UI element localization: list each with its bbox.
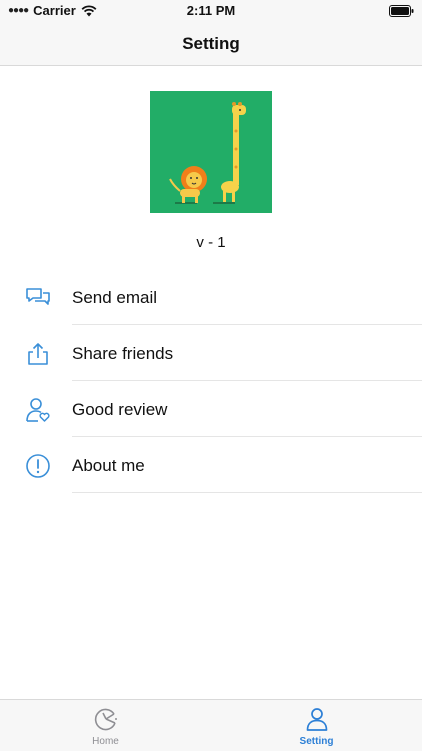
menu-item-label: About me <box>72 456 145 475</box>
tab-label: Home <box>92 736 119 747</box>
chat-bubbles-icon <box>26 288 50 305</box>
menu-item-about-me[interactable]: About me <box>0 437 422 493</box>
tab-setting[interactable]: Setting <box>211 700 422 751</box>
share-icon <box>28 343 48 365</box>
person-icon <box>306 708 327 731</box>
tab-bar: Home Setting <box>0 699 422 751</box>
menu-item-send-email[interactable]: Send email <box>0 269 422 325</box>
menu-item-good-review[interactable]: Good review <box>0 381 422 437</box>
menu-item-share-friends[interactable]: Share friends <box>0 325 422 381</box>
user-heart-icon <box>26 398 50 422</box>
page-title: Setting <box>182 34 240 53</box>
tab-label: Setting <box>299 736 334 747</box>
battery-icon <box>389 5 414 17</box>
menu-item-label: Good review <box>72 400 168 419</box>
status-time: 2:11 PM <box>186 3 236 18</box>
tab-home[interactable]: Home <box>0 700 211 751</box>
menu-item-label: Send email <box>72 288 158 307</box>
status-bar: ●●●● Carrier 2:11 PM <box>0 0 422 22</box>
app-logo <box>150 91 272 213</box>
info-icon <box>26 454 50 478</box>
version-label: v - 1 <box>196 234 226 251</box>
pie-clock-icon <box>94 708 117 731</box>
divider <box>72 492 422 493</box>
nav-bar: Setting <box>0 22 422 66</box>
menu-item-label: Share friends <box>72 344 174 363</box>
settings-menu: Send email Share friends Good review Abo… <box>0 269 422 493</box>
